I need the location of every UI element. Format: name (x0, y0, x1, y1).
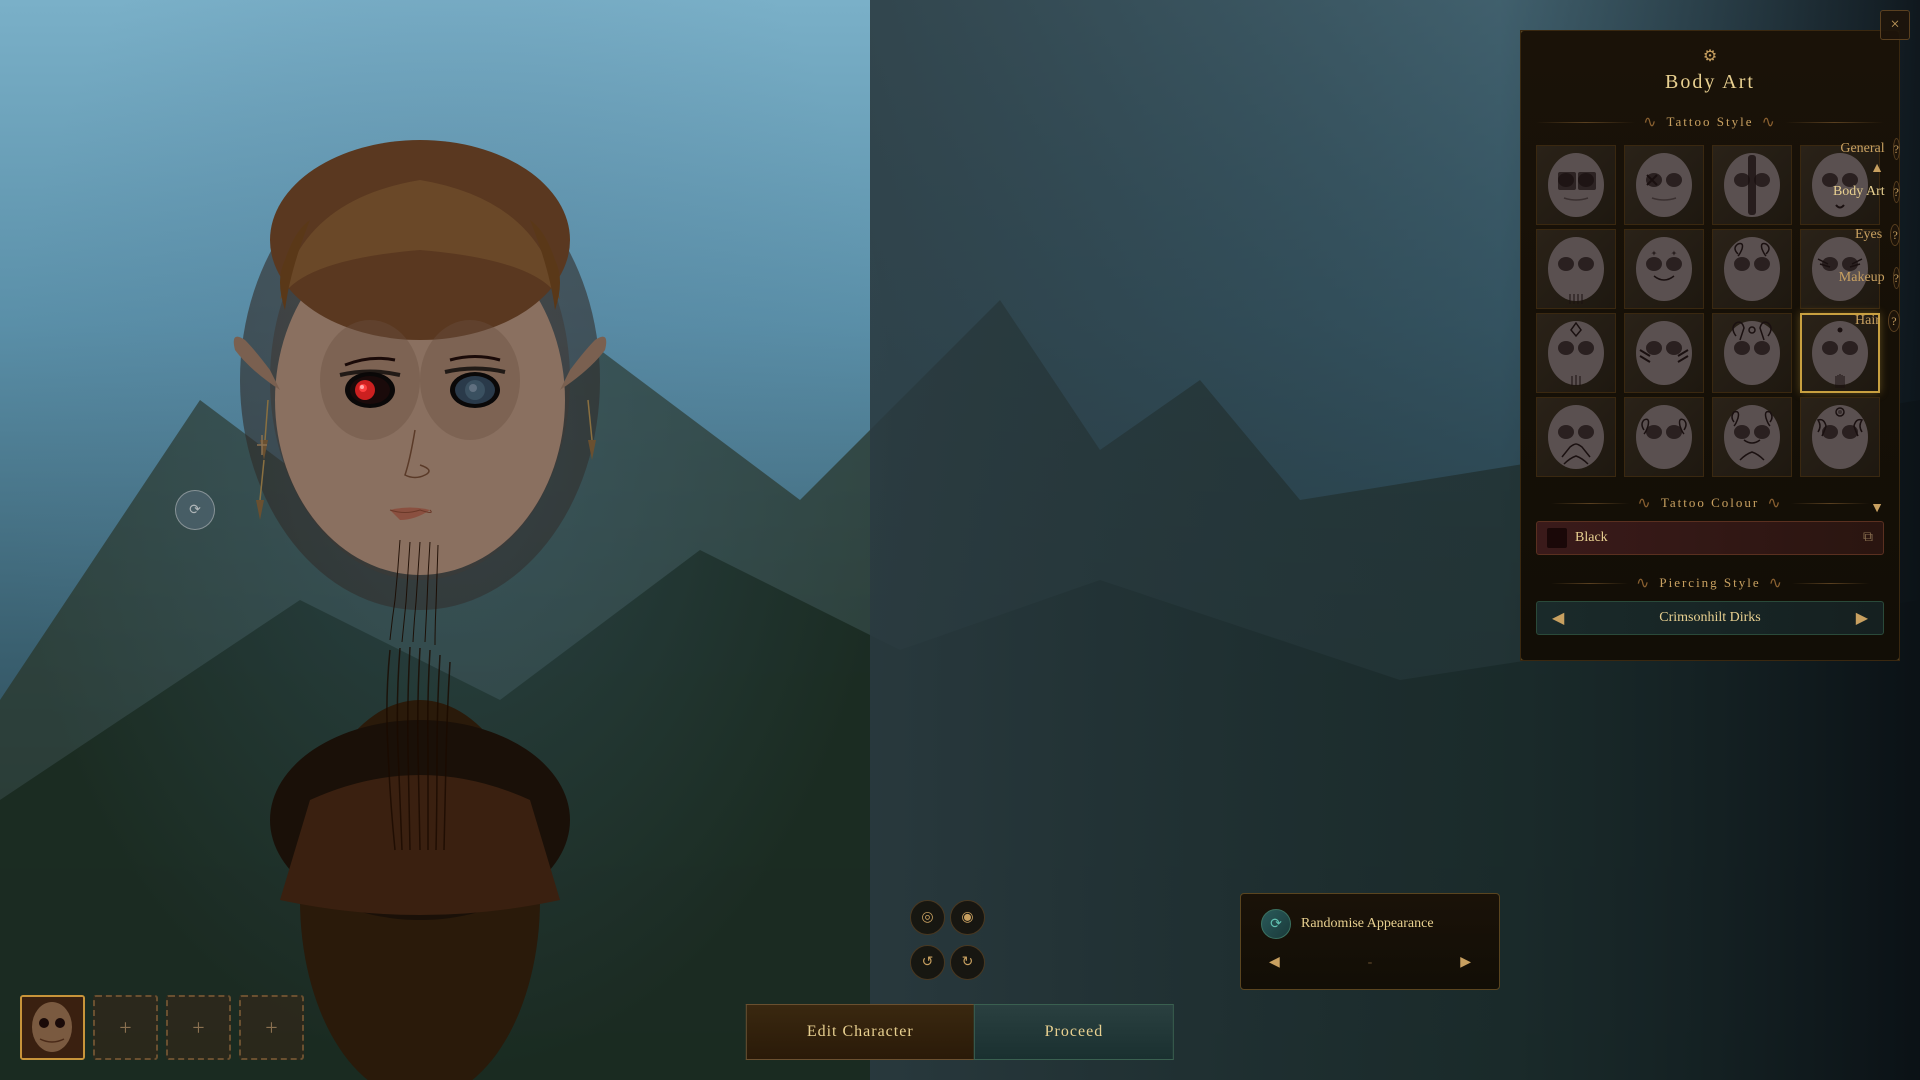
piercing-value: Crimsonhilt Dirks (1569, 610, 1850, 626)
tattoo-option-1[interactable] (1536, 145, 1616, 225)
nav-item-eyes[interactable]: Eyes ? (1845, 216, 1915, 254)
close-button[interactable]: × (1880, 10, 1910, 40)
svg-text:✦: ✦ (1670, 249, 1677, 258)
add-character-btn-2[interactable]: + (166, 995, 231, 1060)
divider-left (1536, 122, 1635, 123)
tattoo-colour-section: ∿ Tattoo Colour ∿ Black ⧉ (1521, 480, 1899, 560)
tattoo-option-10[interactable] (1624, 313, 1704, 393)
piercing-next-button[interactable]: ▶ (1851, 608, 1873, 628)
add-character-btn-1[interactable]: + (93, 995, 158, 1060)
svg-text:✦: ✦ (1650, 249, 1657, 258)
character-thumb-1[interactable] (20, 995, 85, 1060)
thumb-portrait (22, 997, 83, 1058)
randomise-right-arrow[interactable]: ▶ (1452, 951, 1479, 974)
camera-btn-2[interactable]: ◉ (950, 900, 985, 935)
tattoo-colour-label: Tattoo Colour (1661, 495, 1759, 511)
hair-icon: ? (1888, 310, 1900, 332)
character-thumbnails: + + + (20, 995, 304, 1060)
colour-value: Black (1575, 530, 1863, 546)
nav-label-body-art: Body Art (1833, 184, 1885, 200)
copy-icon[interactable]: ⧉ (1863, 530, 1873, 546)
add-character-btn-3[interactable]: + (239, 995, 304, 1060)
tattoo-option-6[interactable]: ✦ ✦ (1624, 229, 1704, 309)
camera-rotate-left[interactable]: ↺ (910, 945, 945, 980)
nav-item-makeup[interactable]: Makeup ? (1845, 259, 1915, 297)
tattoo-option-2[interactable] (1624, 145, 1704, 225)
randomise-dash: - (1368, 955, 1373, 971)
randomise-panel: ⟳ Randomise Appearance ◀ - ▶ (1240, 893, 1500, 990)
panel-header: ⚙ Body Art (1521, 31, 1899, 104)
nav-label-hair: Hair (1855, 313, 1880, 329)
randomise-icon: ⟳ (1261, 909, 1291, 939)
nav-item-general[interactable]: General ? (1845, 130, 1915, 168)
panel-title: Body Art (1531, 71, 1889, 94)
piercing-prev-button[interactable]: ◀ (1547, 608, 1569, 628)
tattoo-style-label: Tattoo Style (1667, 114, 1754, 130)
tattoo-option-13[interactable] (1536, 397, 1616, 477)
tattoo-option-14[interactable] (1624, 397, 1704, 477)
nav-item-body-art[interactable]: Body Art ? (1845, 173, 1915, 211)
proceed-button[interactable]: Proceed (974, 1004, 1175, 1060)
nav-label-eyes: Eyes (1855, 227, 1882, 243)
orbit-icon[interactable]: ⟳ (175, 490, 215, 530)
panel-icon: ⚙ (1531, 46, 1889, 66)
tattoo-option-3[interactable] (1712, 145, 1792, 225)
tattoo-option-7[interactable] (1712, 229, 1792, 309)
randomise-left-arrow[interactable]: ◀ (1261, 951, 1288, 974)
tattoo-colour-picker[interactable]: Black ⧉ (1536, 521, 1884, 555)
tattoo-option-5[interactable] (1536, 229, 1616, 309)
general-icon: ? (1893, 138, 1900, 160)
piercing-selector: ◀ Crimsonhilt Dirks ▶ (1536, 601, 1884, 635)
randomise-button[interactable]: ⟳ Randomise Appearance (1261, 909, 1479, 939)
makeup-icon: ? (1893, 267, 1900, 289)
randomise-controls: ◀ - ▶ (1261, 951, 1479, 974)
tattoo-option-9[interactable] (1536, 313, 1616, 393)
nav-label-general: General (1840, 141, 1884, 157)
eyes-icon: ? (1890, 224, 1900, 246)
edit-character-button[interactable]: Edit Character (746, 1004, 974, 1060)
character-portrait (0, 0, 900, 1080)
right-nav: General ? Body Art ? Eyes ? Makeup ? Hai… (1840, 120, 1920, 350)
camera-rotate-right[interactable]: ↻ (950, 945, 985, 980)
randomise-label: Randomise Appearance (1301, 916, 1434, 932)
body-art-icon: ? (1893, 181, 1900, 203)
scroll-down-button[interactable]: ▼ (1870, 501, 1884, 517)
tattoo-option-15[interactable] (1712, 397, 1792, 477)
nav-item-hair[interactable]: Hair ? (1845, 302, 1915, 340)
piercing-style-section: ∿ Piercing Style ∿ ◀ Crimsonhilt Dirks ▶ (1521, 560, 1899, 640)
tattoo-colour-header: ∿ Tattoo Colour ∿ (1536, 485, 1884, 521)
piercing-style-label: Piercing Style (1659, 575, 1760, 591)
character-area (0, 0, 900, 1080)
piercing-style-header: ∿ Piercing Style ∿ (1536, 565, 1884, 601)
tattoo-option-11[interactable] (1712, 313, 1792, 393)
colour-swatch (1547, 528, 1567, 548)
nav-label-makeup: Makeup (1839, 270, 1885, 286)
tattoo-option-16[interactable] (1800, 397, 1880, 477)
camera-btn-1[interactable]: ◎ (910, 900, 945, 935)
bottom-buttons: Edit Character Proceed (746, 1004, 1174, 1060)
